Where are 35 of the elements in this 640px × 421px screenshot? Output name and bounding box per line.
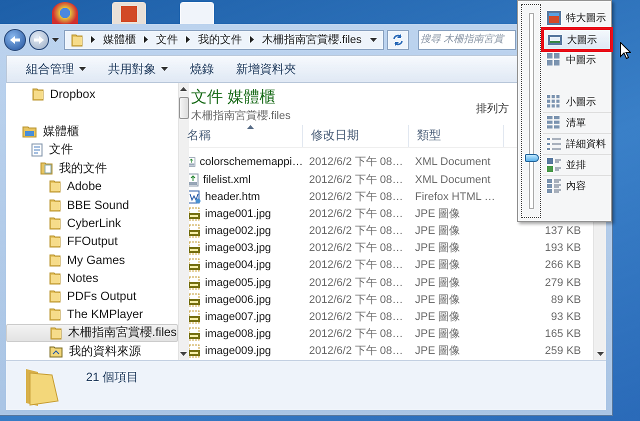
date-cell: 2012/6/2 下午 08…	[309, 292, 404, 307]
type-cell: JPE 圖像	[415, 276, 460, 290]
library-title: 文件 媒體櫃	[191, 88, 276, 108]
date-cell: 2012/6/2 下午 08…	[309, 224, 404, 238]
date-cell: 2012/6/2 下午 08…	[309, 190, 404, 204]
type-cell: JPE 圖像	[415, 344, 460, 358]
type-cell: Firefox HTML …	[415, 190, 496, 204]
type-cell: JPE 圖像	[415, 241, 460, 256]
date-cell: 2012/6/2 下午 08…	[309, 206, 404, 221]
date-cell: 2012/6/2 下午 08…	[309, 327, 404, 342]
type-cell: JPE 圖像	[415, 206, 460, 221]
type-cell: XML Document	[415, 172, 490, 187]
date-cell: 2012/6/2 下午 08…	[309, 155, 404, 170]
date-cell: 2012/6/2 下午 08…	[309, 276, 404, 290]
date-cell: 2012/6/2 下午 08…	[309, 344, 404, 358]
date-cell: 2012/6/2 下午 08…	[309, 310, 404, 324]
size-cell-text: 137 KB	[544, 225, 582, 238]
library-subtitle: 木柵指南宮賞櫻.files	[191, 108, 291, 123]
type-cell: JPE 圖像	[415, 224, 460, 238]
size-cell-text: 93 KB	[550, 311, 582, 324]
size-cell-text: 266 KB	[544, 259, 582, 272]
size-cell-text: 165 KB	[544, 328, 582, 340]
date-cell: 2012/6/2 下午 08…	[309, 172, 404, 187]
type-cell: JPE 圖像	[415, 310, 460, 324]
item-count: 21 個項目	[86, 369, 139, 386]
size-cell-text: 259 KB	[544, 345, 582, 358]
size-cell-text: 193 KB	[544, 242, 582, 254]
size-cell-text: 89 KB	[550, 294, 582, 306]
size-cell-text: 279 KB	[544, 276, 582, 289]
type-cell: XML Document	[415, 155, 490, 170]
date-cell: 2012/6/2 下午 08…	[309, 258, 404, 272]
type-cell: JPE 圖像	[415, 292, 460, 307]
type-cell: JPE 圖像	[415, 258, 460, 272]
date-cell: 2012/6/2 下午 08…	[309, 241, 404, 256]
type-cell: JPE 圖像	[415, 327, 460, 342]
